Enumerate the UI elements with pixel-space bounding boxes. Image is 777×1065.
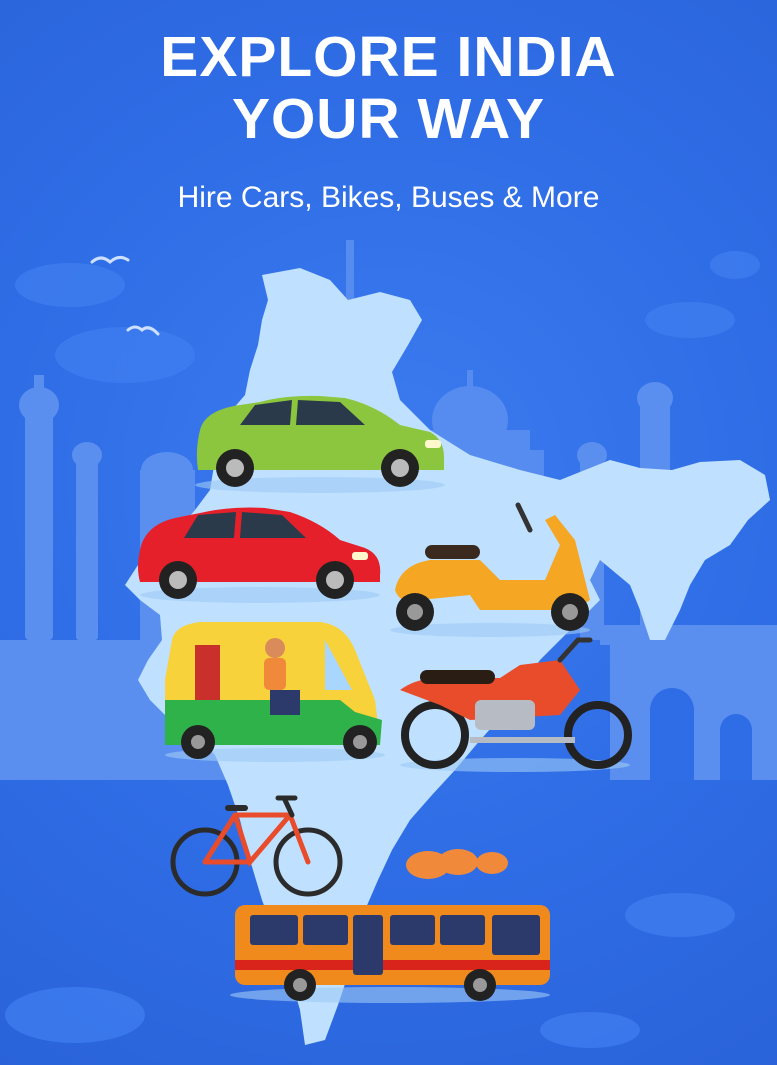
illustration [0,240,777,1048]
smoke-puff [406,849,508,879]
tagline: Hire Cars, Bikes, Buses & More [177,181,600,214]
bus-icon [230,905,550,1003]
headline-line-1: EXPLORE INDIA [160,25,617,89]
headline-line-2: YOUR WAY [231,87,546,151]
headline: EXPLORE INDIA YOUR WAY [0,26,777,150]
promo-banner: EXPLORE INDIA YOUR WAY Hire Cars, Bikes,… [0,0,777,1065]
